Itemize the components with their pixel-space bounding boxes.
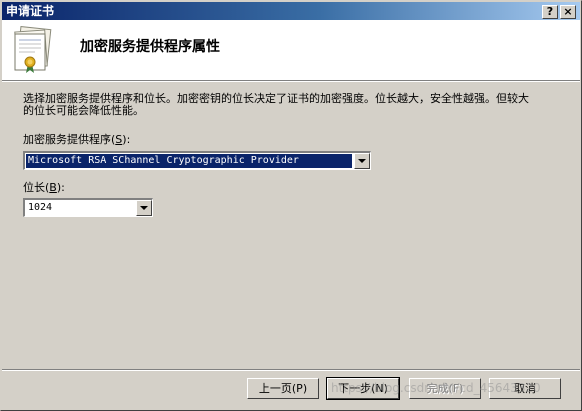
- csp-select-value: Microsoft RSA SChannel Cryptographic Pro…: [26, 154, 352, 168]
- certificate-icon: [14, 26, 52, 73]
- csp-select[interactable]: Microsoft RSA SChannel Cryptographic Pro…: [23, 151, 371, 170]
- help-button[interactable]: ?: [542, 5, 558, 19]
- csp-label-text: 加密服务提供程序: [23, 133, 111, 146]
- bitlength-dropdown-button[interactable]: [136, 200, 152, 216]
- wizard-header: 加密服务提供程序属性: [2, 20, 580, 81]
- finish-button[interactable]: 完成(F): [409, 378, 481, 399]
- window-title: 申请证书: [6, 4, 55, 18]
- description-text: 选择加密服务提供程序和位长。加密密钥的位长决定了证书的加密强度。位长越大，安全性…: [23, 92, 529, 117]
- dialog-window: 申请证书 ? × 加密服务提供程序属性 选择加密服务提供程序和位长。加密密钥的位…: [0, 0, 582, 411]
- bitlength-label-close: ):: [56, 181, 65, 194]
- bitlength-select-value: 1024: [28, 202, 53, 213]
- chevron-down-icon: [358, 159, 366, 163]
- next-button[interactable]: 下一步(N): [326, 377, 400, 400]
- bitlength-label-accel: B: [49, 181, 57, 194]
- cancel-button[interactable]: 取消: [489, 378, 561, 399]
- chevron-down-icon: [140, 206, 148, 210]
- csp-dropdown-button[interactable]: [354, 153, 370, 169]
- bitlength-label: 位长(B):: [23, 179, 65, 195]
- footer-divider-highlight: [2, 370, 580, 371]
- csp-label: 加密服务提供程序(S):: [23, 131, 130, 147]
- header-divider: [2, 81, 580, 82]
- title-bar[interactable]: 申请证书 ? ×: [2, 2, 580, 20]
- close-button[interactable]: ×: [560, 5, 576, 19]
- bitlength-select[interactable]: 1024: [23, 198, 153, 217]
- wizard-page-title: 加密服务提供程序属性: [80, 39, 220, 55]
- bitlength-label-text: 位长: [23, 181, 45, 194]
- csp-label-close: ):: [122, 133, 131, 146]
- back-button[interactable]: 上一页(P): [247, 378, 319, 399]
